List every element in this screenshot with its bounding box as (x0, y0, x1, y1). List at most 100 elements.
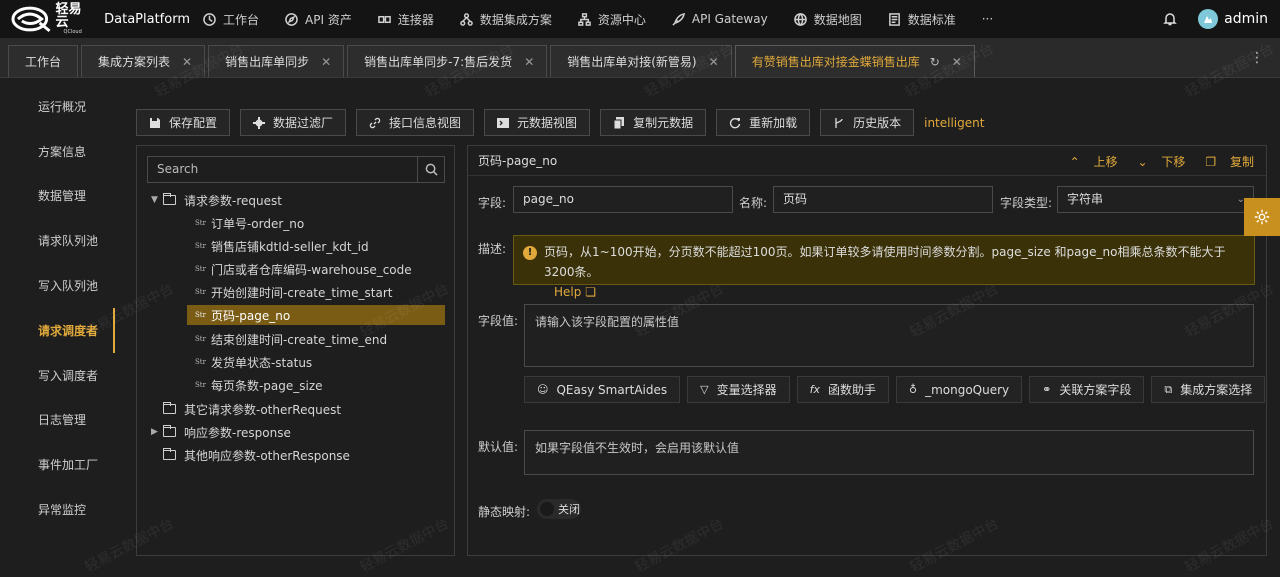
history-version-button[interactable]: 历史版本 (820, 109, 915, 136)
button-label: QEasy SmartAides (556, 382, 668, 397)
collapsed-caret-icon[interactable]: ▶ (151, 427, 163, 437)
bell-icon[interactable] (1162, 11, 1178, 27)
close-icon[interactable]: ✕ (182, 55, 192, 69)
tab-youzan-kingdee[interactable]: 有赞销售出库对接金蝶销售出库 ↻ ✕ (734, 45, 975, 77)
panel-title: 页码-page_no (478, 154, 558, 168)
tree-node-page-no[interactable]: Str 页码-page_no (187, 305, 445, 325)
tree-node-other-response[interactable]: 其他响应参数-otherResponse (163, 445, 350, 465)
tree-node-create-time-end[interactable]: Str 结束创建时间-create_time_end (195, 329, 387, 349)
gear-icon (1254, 209, 1270, 225)
button-label: 变量选择器 (716, 383, 777, 397)
move-up-button[interactable]: ⌃ 上移 (1060, 153, 1118, 170)
help-link[interactable]: Help (544, 285, 581, 299)
qcloud-logo-icon (11, 6, 51, 33)
field-input[interactable]: page_no (513, 186, 733, 213)
globe-icon (793, 12, 807, 26)
tree-node-order-no[interactable]: Str 订单号-order_no (195, 213, 304, 233)
document-icon (888, 12, 900, 26)
nav-connectors[interactable]: 连接器 (365, 0, 447, 38)
compass-icon (285, 12, 298, 26)
related-plan-field-button[interactable]: ⚭ 关联方案字段 (1029, 376, 1145, 403)
sidebar-item-request-scheduler[interactable]: 请求调度者 (0, 307, 115, 353)
mode-label: intelligent (924, 115, 985, 130)
reload-button[interactable]: 重新加载 (716, 109, 811, 136)
funnel-icon: ▽ (700, 383, 709, 396)
settings-button[interactable] (1244, 198, 1280, 236)
sidebar-item-request-queue[interactable]: 请求队列池 (0, 218, 115, 263)
function-helper-button[interactable]: fx 函数助手 (796, 376, 890, 403)
static-mapping-toggle[interactable]: 关闭 (537, 499, 581, 519)
sidebar-item-logs[interactable]: 日志管理 (0, 398, 115, 443)
sidebar-item-overview[interactable]: 运行概况 (0, 84, 115, 129)
tab-sales-outbound-guanyi[interactable]: 销售出库单对接(新管易) ✕ (550, 45, 732, 77)
tab-sales-outbound-sync-7[interactable]: 销售出库单同步-7:售后发货 ✕ (347, 45, 548, 77)
refresh-icon[interactable]: ↻ (930, 55, 940, 69)
variable-selector-button[interactable]: ▽ 变量选择器 (687, 376, 790, 403)
name-input[interactable]: 页码 (773, 186, 993, 213)
tab-workbench[interactable]: 工作台 (8, 45, 79, 77)
nav-data-standard[interactable]: 数据标准 (875, 0, 969, 38)
nav-api-gateway[interactable]: API Gateway (659, 0, 781, 38)
close-icon[interactable]: ✕ (709, 55, 719, 69)
tree-node-warehouse-code[interactable]: Str 门店或者仓库编码-warehouse_code (195, 259, 412, 279)
tree-node-response[interactable]: ▶ 响应参数-response (151, 422, 291, 442)
nav-label: 连接器 (397, 12, 434, 27)
tree-node-request[interactable]: ▼ 请求参数-request (151, 190, 282, 210)
sidebar-item-write-queue[interactable]: 写入队列池 (0, 263, 115, 308)
tab-sales-outbound-sync[interactable]: 销售出库单同步 ✕ (208, 45, 345, 77)
folder-icon (163, 425, 176, 437)
sidebar-item-plan-info[interactable]: 方案信息 (0, 129, 115, 174)
nav-label: 数据集成方案 (479, 12, 552, 27)
tree-node-create-time-start[interactable]: Str 开始创建时间-create_time_start (195, 282, 392, 302)
nav-resource-center[interactable]: 资源中心 (565, 0, 659, 38)
avatar[interactable] (1198, 9, 1219, 29)
tab-menu-icon[interactable]: ⋮ (1250, 50, 1264, 66)
mongo-query-button[interactable]: ♁ _mongoQuery (896, 376, 1023, 403)
value-textarea[interactable]: 请输入该字段配置的属性值 (524, 304, 1254, 367)
string-type-icon: Str (195, 358, 206, 366)
search-button[interactable] (417, 157, 444, 182)
sidebar-item-data-management[interactable]: 数据管理 (0, 174, 115, 219)
username[interactable]: admin (1224, 11, 1268, 27)
nav-integration-plans[interactable]: 数据集成方案 (447, 0, 565, 38)
plan-selection-button[interactable]: ⧉ 集成方案选择 (1151, 376, 1266, 403)
button-label: 重新加载 (749, 116, 798, 130)
close-icon[interactable]: ✕ (952, 55, 962, 69)
sidebar-item-event-factory[interactable]: 事件加工厂 (0, 442, 115, 487)
button-label: 数据过滤厂 (273, 116, 334, 130)
node-label: 订单号-order_no (210, 216, 305, 231)
robot-icon: ☺ (537, 383, 549, 396)
metadata-view-button[interactable]: 元数据视图 (484, 109, 591, 136)
tree-node-status[interactable]: Str 发货单状态-status (195, 352, 312, 372)
description-alert: ! 页码，从1~100开始，分页数不能超过100页。如果订单较多请使用时间参数分… (513, 235, 1255, 299)
move-down-button[interactable]: ⌄ 下移 (1127, 153, 1185, 170)
search-input[interactable]: Search (148, 157, 417, 182)
nav-data-map[interactable]: 数据地图 (781, 0, 875, 38)
close-icon[interactable]: ✕ (524, 55, 534, 69)
smartaides-button[interactable]: ☺ QEasy SmartAides (524, 376, 681, 403)
nav-more[interactable]: ··· (969, 0, 1006, 38)
link-icon (369, 117, 381, 128)
tab-plan-list[interactable]: 集成方案列表 ✕ (81, 45, 206, 77)
copy-metadata-button[interactable]: 复制元数据 (600, 109, 707, 136)
close-icon[interactable]: ✕ (321, 55, 331, 69)
save-config-button[interactable]: 保存配置 (136, 109, 231, 136)
panel-header: 页码-page_no ⌃ 上移 ⌄ 下移 ❐ 复制 (468, 146, 1266, 176)
type-value: 字符串 (1067, 192, 1104, 206)
tree-node-page-size[interactable]: Str 每页条数-page_size (195, 375, 323, 395)
sidebar-item-write-scheduler[interactable]: 写入调度者 (0, 353, 115, 398)
api-info-view-button[interactable]: 接口信息视图 (356, 109, 475, 136)
default-textarea[interactable]: 如果字段值不生效时，会启用该默认值 (524, 430, 1254, 475)
data-filter-button[interactable]: 数据过滤厂 (240, 109, 347, 136)
nav-api-assets[interactable]: API 资产 (272, 0, 365, 38)
type-select[interactable]: 字符串 ⌄ (1057, 186, 1254, 213)
tree-node-other-request[interactable]: 其它请求参数-otherRequest (163, 399, 341, 419)
sidebar-item-exception-monitor[interactable]: 异常监控 (0, 487, 115, 532)
copy-button[interactable]: ❐ 复制 (1195, 153, 1254, 170)
help-doc-icon[interactable]: ❏ (585, 285, 596, 299)
nav-workbench[interactable]: 工作台 (190, 0, 272, 38)
tree-node-seller-kdt-id[interactable]: Str 销售店铺kdtId-seller_kdt_id (195, 236, 369, 256)
logo[interactable]: 轻易云 QCloud DataPlatform (0, 3, 190, 35)
expanded-caret-icon[interactable]: ▼ (151, 195, 163, 205)
nav-label: API 资产 (305, 12, 352, 27)
